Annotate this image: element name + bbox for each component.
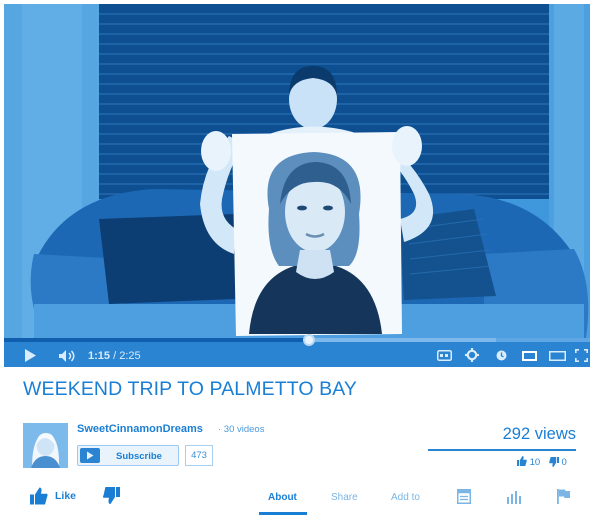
portrait-neck <box>296 250 334 279</box>
play-icon[interactable] <box>24 349 37 362</box>
thumbs-up-icon[interactable] <box>30 487 48 505</box>
hand-right <box>392 126 422 166</box>
youtube-logo-icon <box>80 448 100 463</box>
portrait-eye-left <box>297 205 307 211</box>
video-frame[interactable] <box>4 4 590 338</box>
play-triangle-icon <box>87 451 94 460</box>
channel-name-link[interactable]: SweetCinnamonDreams <box>77 423 203 435</box>
statistics-icon[interactable] <box>507 491 521 504</box>
video-player[interactable]: 1:15 / 2:25 <box>4 4 590 367</box>
fullscreen-icon[interactable] <box>575 349 588 362</box>
subscribe-button[interactable]: Subscribe <box>77 445 179 466</box>
subscriber-count: 473 <box>185 445 213 466</box>
player-controls: 1:15 / 2:25 <box>4 334 590 367</box>
miniplayer-icon[interactable] <box>549 351 566 361</box>
progress-played <box>4 338 309 342</box>
video-title: WEEKEND TRIP TO PALMETTO BAY <box>23 378 358 400</box>
transcript-icon[interactable] <box>457 489 471 504</box>
tab-add-to[interactable]: Add to <box>391 492 420 503</box>
progress-bar[interactable] <box>4 334 590 346</box>
tab-about-active-indicator <box>259 512 307 515</box>
thumbs-down-icon[interactable] <box>103 487 120 504</box>
portrait-eye-right <box>323 205 333 211</box>
flag-icon[interactable] <box>557 489 570 504</box>
time-separator: / <box>110 350 120 362</box>
hand-left <box>201 131 231 171</box>
progress-scrubber[interactable] <box>302 334 315 346</box>
thumbs-up-small-icon <box>517 456 527 466</box>
like-dislike-counts: 10 0 <box>517 456 567 468</box>
time-display: 1:15 / 2:25 <box>88 350 141 362</box>
captions-icon[interactable] <box>437 350 452 361</box>
channel-video-count[interactable]: · 30 videos <box>218 424 264 435</box>
progress-buffered <box>308 338 497 342</box>
view-count: 292 views <box>502 425 576 443</box>
theater-mode-icon[interactable] <box>522 351 537 361</box>
like-ratio-bar <box>428 449 576 451</box>
avatar-image <box>23 423 68 468</box>
gear-icon[interactable] <box>465 348 479 362</box>
current-time: 1:15 <box>88 350 111 362</box>
total-time: 2:25 <box>119 350 141 362</box>
subscribe-label: Subscribe <box>116 451 162 462</box>
like-button-label[interactable]: Like <box>55 490 76 502</box>
channel-avatar[interactable] <box>23 423 68 468</box>
thumbs-down-small-icon <box>549 457 559 467</box>
tab-share[interactable]: Share <box>331 492 358 503</box>
like-count: 10 <box>529 457 541 468</box>
volume-icon[interactable] <box>59 350 77 362</box>
tab-about[interactable]: About <box>268 492 297 503</box>
clock-icon[interactable] <box>496 350 507 361</box>
dislike-count: 0 <box>561 457 567 468</box>
